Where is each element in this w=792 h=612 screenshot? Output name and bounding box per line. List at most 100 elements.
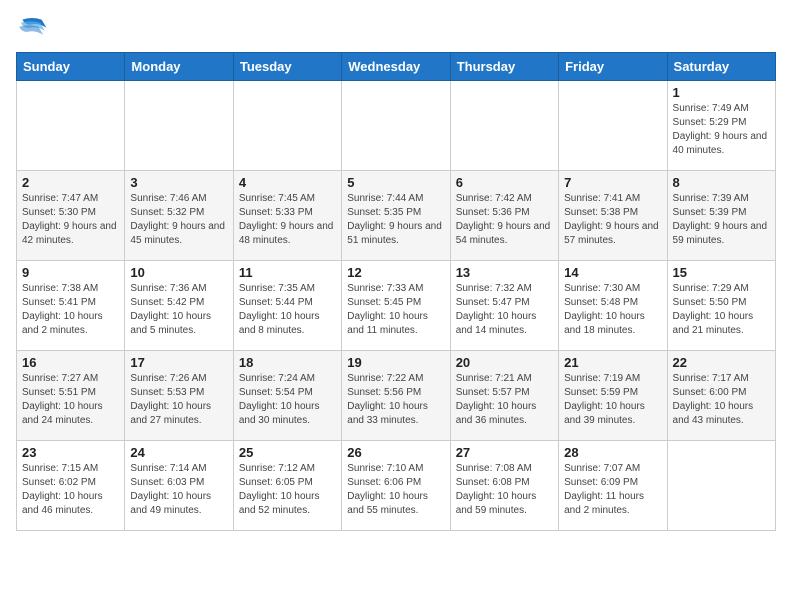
day-number: 17	[130, 355, 227, 370]
day-number: 11	[239, 265, 336, 280]
calendar-cell	[233, 81, 341, 171]
day-info: Sunrise: 7:47 AM Sunset: 5:30 PM Dayligh…	[22, 192, 119, 248]
day-number: 14	[564, 265, 661, 280]
day-of-week-header: Sunday	[17, 53, 125, 81]
day-number: 18	[239, 355, 336, 370]
day-info: Sunrise: 7:29 AM Sunset: 5:50 PM Dayligh…	[673, 282, 770, 338]
calendar-cell: 11 Sunrise: 7:35 AM Sunset: 5:44 PM Dayli…	[233, 261, 341, 351]
day-number: 26	[347, 445, 444, 460]
day-info: Sunrise: 7:21 AM Sunset: 5:57 PM Dayligh…	[456, 372, 553, 428]
day-of-week-header: Wednesday	[342, 53, 450, 81]
day-info: Sunrise: 7:19 AM Sunset: 5:59 PM Dayligh…	[564, 372, 661, 428]
day-number: 13	[456, 265, 553, 280]
logo-icon	[16, 16, 48, 44]
calendar-cell: 19 Sunrise: 7:22 AM Sunset: 5:56 PM Dayli…	[342, 351, 450, 441]
day-number: 8	[673, 175, 770, 190]
calendar-cell: 8 Sunrise: 7:39 AM Sunset: 5:39 PM Daylig…	[667, 171, 775, 261]
calendar-cell: 2 Sunrise: 7:47 AM Sunset: 5:30 PM Daylig…	[17, 171, 125, 261]
calendar-week-row: 16 Sunrise: 7:27 AM Sunset: 5:51 PM Dayli…	[17, 351, 776, 441]
calendar-cell: 17Sunrise: 7:26 AM Sunset: 5:53 PM Dayli…	[125, 351, 233, 441]
day-info: Sunrise: 7:41 AM Sunset: 5:38 PM Dayligh…	[564, 192, 661, 248]
calendar-cell: 25 Sunrise: 7:12 AM Sunset: 6:05 PM Dayli…	[233, 441, 341, 531]
calendar-cell: 9 Sunrise: 7:38 AM Sunset: 5:41 PM Daylig…	[17, 261, 125, 351]
day-info: Sunrise: 7:14 AM Sunset: 6:03 PM Dayligh…	[130, 462, 227, 518]
calendar-table: SundayMondayTuesdayWednesdayThursdayFrid…	[16, 52, 776, 531]
day-of-week-header: Thursday	[450, 53, 558, 81]
day-number: 27	[456, 445, 553, 460]
calendar-cell: 3Sunrise: 7:46 AM Sunset: 5:32 PM Daylig…	[125, 171, 233, 261]
page-header	[16, 16, 776, 44]
calendar-cell: 24 Sunrise: 7:14 AM Sunset: 6:03 PM Dayli…	[125, 441, 233, 531]
calendar-cell: 4 Sunrise: 7:45 AM Sunset: 5:33 PM Daylig…	[233, 171, 341, 261]
calendar-cell: 21 Sunrise: 7:19 AM Sunset: 5:59 PM Dayli…	[559, 351, 667, 441]
calendar-cell: 7 Sunrise: 7:41 AM Sunset: 5:38 PM Daylig…	[559, 171, 667, 261]
calendar-cell: 1 Sunrise: 7:49 AM Sunset: 5:29 PM Daylig…	[667, 81, 775, 171]
calendar-cell: 23 Sunrise: 7:15 AM Sunset: 6:02 PM Dayli…	[17, 441, 125, 531]
day-of-week-header: Saturday	[667, 53, 775, 81]
calendar-cell: 12 Sunrise: 7:33 AM Sunset: 5:45 PM Dayli…	[342, 261, 450, 351]
day-number: 15	[673, 265, 770, 280]
day-number: 1	[673, 85, 770, 100]
day-number: 7	[564, 175, 661, 190]
day-number: 9	[22, 265, 119, 280]
calendar-cell	[342, 81, 450, 171]
day-info: Sunrise: 7:22 AM Sunset: 5:56 PM Dayligh…	[347, 372, 444, 428]
calendar-cell: 13 Sunrise: 7:32 AM Sunset: 5:47 PM Dayli…	[450, 261, 558, 351]
day-number: 5	[347, 175, 444, 190]
day-number: 2	[22, 175, 119, 190]
day-number: 20	[456, 355, 553, 370]
calendar-cell: 28 Sunrise: 7:07 AM Sunset: 6:09 PM Dayli…	[559, 441, 667, 531]
day-info: Sunrise: 7:10 AM Sunset: 6:06 PM Dayligh…	[347, 462, 444, 518]
day-info: Sunrise: 7:07 AM Sunset: 6:09 PM Dayligh…	[564, 462, 661, 518]
calendar-cell: 10 Sunrise: 7:36 AM Sunset: 5:42 PM Dayli…	[125, 261, 233, 351]
day-info: Sunrise: 7:39 AM Sunset: 5:39 PM Dayligh…	[673, 192, 770, 248]
day-number: 4	[239, 175, 336, 190]
day-info: Sunrise: 7:32 AM Sunset: 5:47 PM Dayligh…	[456, 282, 553, 338]
calendar-cell: 15 Sunrise: 7:29 AM Sunset: 5:50 PM Dayli…	[667, 261, 775, 351]
day-number: 25	[239, 445, 336, 460]
calendar-cell	[17, 81, 125, 171]
calendar-cell: 14Sunrise: 7:30 AM Sunset: 5:48 PM Dayli…	[559, 261, 667, 351]
day-number: 6	[456, 175, 553, 190]
calendar-cell	[667, 441, 775, 531]
day-number: 12	[347, 265, 444, 280]
day-number: 23	[22, 445, 119, 460]
calendar-cell: 16 Sunrise: 7:27 AM Sunset: 5:51 PM Dayli…	[17, 351, 125, 441]
day-of-week-header: Monday	[125, 53, 233, 81]
day-info: Sunrise: 7:27 AM Sunset: 5:51 PM Dayligh…	[22, 372, 119, 428]
day-info: Sunrise: 7:33 AM Sunset: 5:45 PM Dayligh…	[347, 282, 444, 338]
calendar-cell: 20 Sunrise: 7:21 AM Sunset: 5:57 PM Dayli…	[450, 351, 558, 441]
calendar-cell: 27Sunrise: 7:08 AM Sunset: 6:08 PM Dayli…	[450, 441, 558, 531]
calendar-cell	[125, 81, 233, 171]
calendar-cell: 18Sunrise: 7:24 AM Sunset: 5:54 PM Dayli…	[233, 351, 341, 441]
day-info: Sunrise: 7:45 AM Sunset: 5:33 PM Dayligh…	[239, 192, 336, 248]
calendar-cell: 26 Sunrise: 7:10 AM Sunset: 6:06 PM Dayli…	[342, 441, 450, 531]
day-info: Sunrise: 7:38 AM Sunset: 5:41 PM Dayligh…	[22, 282, 119, 338]
calendar-header-row: SundayMondayTuesdayWednesdayThursdayFrid…	[17, 53, 776, 81]
day-number: 21	[564, 355, 661, 370]
day-number: 28	[564, 445, 661, 460]
day-number: 19	[347, 355, 444, 370]
calendar-cell	[559, 81, 667, 171]
day-number: 10	[130, 265, 227, 280]
calendar-week-row: 23 Sunrise: 7:15 AM Sunset: 6:02 PM Dayli…	[17, 441, 776, 531]
day-info: Sunrise: 7:12 AM Sunset: 6:05 PM Dayligh…	[239, 462, 336, 518]
calendar-cell: 6 Sunrise: 7:42 AM Sunset: 5:36 PM Daylig…	[450, 171, 558, 261]
day-info: Sunrise: 7:42 AM Sunset: 5:36 PM Dayligh…	[456, 192, 553, 248]
day-info: Sunrise: 7:15 AM Sunset: 6:02 PM Dayligh…	[22, 462, 119, 518]
calendar-week-row: 2 Sunrise: 7:47 AM Sunset: 5:30 PM Daylig…	[17, 171, 776, 261]
day-info: Sunrise: 7:44 AM Sunset: 5:35 PM Dayligh…	[347, 192, 444, 248]
day-info: Sunrise: 7:35 AM Sunset: 5:44 PM Dayligh…	[239, 282, 336, 338]
logo	[16, 16, 52, 44]
calendar-cell	[450, 81, 558, 171]
calendar-cell: 22Sunrise: 7:17 AM Sunset: 6:00 PM Dayli…	[667, 351, 775, 441]
day-of-week-header: Tuesday	[233, 53, 341, 81]
day-number: 16	[22, 355, 119, 370]
day-info: Sunrise: 7:36 AM Sunset: 5:42 PM Dayligh…	[130, 282, 227, 338]
calendar-week-row: 9 Sunrise: 7:38 AM Sunset: 5:41 PM Daylig…	[17, 261, 776, 351]
calendar-week-row: 1 Sunrise: 7:49 AM Sunset: 5:29 PM Daylig…	[17, 81, 776, 171]
calendar-cell: 5 Sunrise: 7:44 AM Sunset: 5:35 PM Daylig…	[342, 171, 450, 261]
day-info: Sunrise: 7:49 AM Sunset: 5:29 PM Dayligh…	[673, 102, 770, 158]
day-info: Sunrise: 7:46 AM Sunset: 5:32 PM Dayligh…	[130, 192, 227, 248]
day-number: 24	[130, 445, 227, 460]
